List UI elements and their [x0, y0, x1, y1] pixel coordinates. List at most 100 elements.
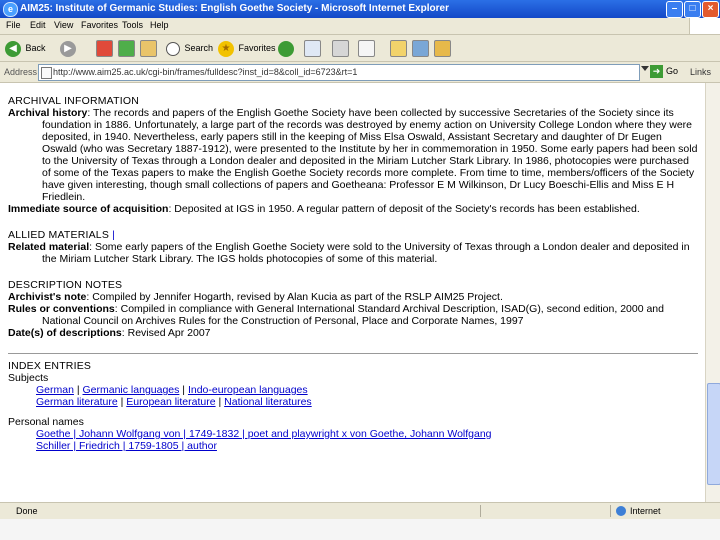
address-bar: Address http://www.aim25.ac.uk/cgi-bin/f… — [0, 62, 720, 83]
title-bar: e AIM25: Institute of Germanic Studies: … — [0, 0, 720, 18]
address-label: Address — [4, 67, 38, 77]
star-icon: ★ — [218, 40, 234, 57]
description-dates: Date(s) of descriptions: Revised Apr 200… — [8, 327, 698, 339]
archivist-note: Archivist's note: Compiled by Jennifer H… — [8, 291, 698, 303]
status-bar: Done Internet — [0, 502, 720, 519]
back-button[interactable]: ◀ Back — [5, 39, 46, 57]
print-button[interactable] — [332, 39, 349, 58]
person-row: Goethe | Johann Wolfgang von | 1749-1832… — [8, 428, 698, 440]
separator: | — [73, 384, 83, 396]
window-title: AIM25: Institute of Germanic Studies: En… — [20, 3, 449, 14]
go-arrow-icon: ➜ — [650, 65, 663, 79]
person-link[interactable]: Schiller | Friedrich | 1759-1805 | autho… — [36, 440, 217, 452]
acquisition-text: : Deposited at IGS in 1950. A regular pa… — [168, 203, 640, 215]
favorites-button[interactable]: ★ Favorites — [218, 39, 276, 57]
section-divider — [8, 353, 698, 354]
go-label: Go — [666, 66, 679, 76]
go-button[interactable]: ➜ Go — [650, 64, 678, 79]
menu-tools[interactable]: Tools — [122, 20, 143, 30]
related-text: : Some early papers of the English Goeth… — [42, 241, 690, 265]
research-button[interactable] — [434, 39, 451, 58]
menu-view[interactable]: View — [54, 20, 73, 30]
search-button[interactable]: Search — [166, 39, 213, 57]
archival-heading: ARCHIVAL INFORMATION — [8, 95, 139, 107]
separator: | — [215, 396, 225, 408]
stop-icon — [96, 40, 113, 58]
dates-text: : Revised Apr 2007 — [121, 327, 211, 339]
allied-heading: ALLIED MATERIALS | — [8, 229, 116, 241]
research-icon — [434, 40, 451, 58]
acquisition: Immediate source of acquisition: Deposit… — [8, 203, 698, 215]
subjects-heading: Subjects — [8, 372, 49, 384]
status-done: Done — [16, 506, 38, 516]
refresh-icon — [118, 40, 135, 58]
close-button[interactable]: × — [702, 1, 719, 18]
messenger-icon — [412, 40, 429, 58]
refresh-button[interactable] — [118, 39, 135, 58]
history-button[interactable] — [278, 39, 296, 57]
edit-button[interactable] — [358, 39, 375, 58]
acquisition-label: Immediate source of acquisition — [8, 203, 169, 215]
page-icon — [41, 67, 52, 79]
address-dropdown-icon[interactable] — [641, 66, 649, 71]
subject-link[interactable]: German literature — [36, 396, 118, 408]
menu-favorites[interactable]: Favorites — [81, 20, 118, 30]
search-icon — [166, 41, 180, 56]
rules-text: : Compiled in compliance with General In… — [42, 303, 664, 327]
discuss-button[interactable] — [390, 39, 407, 58]
vertical-scrollbar[interactable] — [705, 83, 720, 502]
mail-icon — [304, 40, 321, 58]
archival-history: Archival history: The records and papers… — [8, 107, 698, 203]
status-zone: Internet — [630, 506, 661, 516]
related-material: Related material: Some early papers of t… — [8, 241, 698, 265]
rules-label: Rules or conventions — [8, 303, 115, 315]
subject-link[interactable]: German — [36, 384, 74, 396]
personal-heading: Personal names — [8, 416, 84, 428]
subject-link[interactable]: European literature — [126, 396, 215, 408]
related-label: Related material — [8, 241, 90, 253]
subjects-row: German literature | European literature … — [8, 396, 698, 408]
messenger-button[interactable] — [412, 39, 429, 58]
back-arrow-icon: ◀ — [5, 40, 21, 57]
search-label: Search — [184, 43, 214, 53]
scrollbar-thumb[interactable] — [707, 383, 720, 485]
home-icon — [140, 40, 157, 58]
printer-icon — [332, 40, 349, 58]
person-link[interactable]: Goethe | Johann Wolfgang von | 1749-1832… — [36, 428, 492, 440]
menu-help[interactable]: Help — [150, 20, 169, 30]
minimize-button[interactable]: – — [666, 1, 683, 18]
page-content: ARCHIVAL INFORMATION Archival history: T… — [0, 83, 705, 502]
address-input[interactable]: http://www.aim25.ac.uk/cgi-bin/frames/fu… — [38, 64, 640, 81]
home-button[interactable] — [140, 39, 157, 58]
dates-label: Date(s) of descriptions — [8, 327, 122, 339]
maximize-button[interactable]: □ — [684, 1, 701, 18]
menu-file[interactable]: File — [6, 20, 21, 30]
bottom-strip — [0, 519, 720, 540]
subject-link[interactable]: Germanic languages — [83, 384, 180, 396]
archivist-text: : Compiled by Jennifer Hogarth, revised … — [86, 291, 503, 303]
separator: | — [117, 396, 127, 408]
toolbar: ◀ Back ▶ Search ★ Favorites — [0, 35, 720, 62]
subject-link[interactable]: National literatures — [224, 396, 312, 408]
subject-link[interactable]: Indo-european languages — [188, 384, 308, 396]
links-button[interactable]: Links — [690, 67, 711, 77]
internet-explorer-icon: e — [3, 2, 18, 17]
separator: | — [179, 384, 188, 396]
mail-button[interactable] — [304, 39, 321, 58]
index-heading: INDEX ENTRIES — [8, 360, 92, 372]
status-divider — [480, 505, 481, 517]
stop-button[interactable] — [96, 39, 113, 58]
internet-zone-icon — [616, 506, 626, 516]
archivist-label: Archivist's note — [8, 291, 87, 303]
archival-history-text: : The records and papers of the English … — [42, 107, 698, 203]
forward-button[interactable]: ▶ — [60, 39, 78, 57]
favorites-label: Favorites — [238, 43, 276, 53]
back-label: Back — [25, 43, 46, 53]
edit-icon — [358, 40, 375, 58]
windows-logo-icon — [689, 18, 720, 34]
menu-edit[interactable]: Edit — [30, 20, 46, 30]
archival-history-label: Archival history — [8, 107, 88, 119]
history-icon — [278, 40, 294, 57]
description-heading: DESCRIPTION NOTES — [8, 279, 123, 291]
menu-bar: File Edit View Favorites Tools Help — [0, 18, 720, 35]
